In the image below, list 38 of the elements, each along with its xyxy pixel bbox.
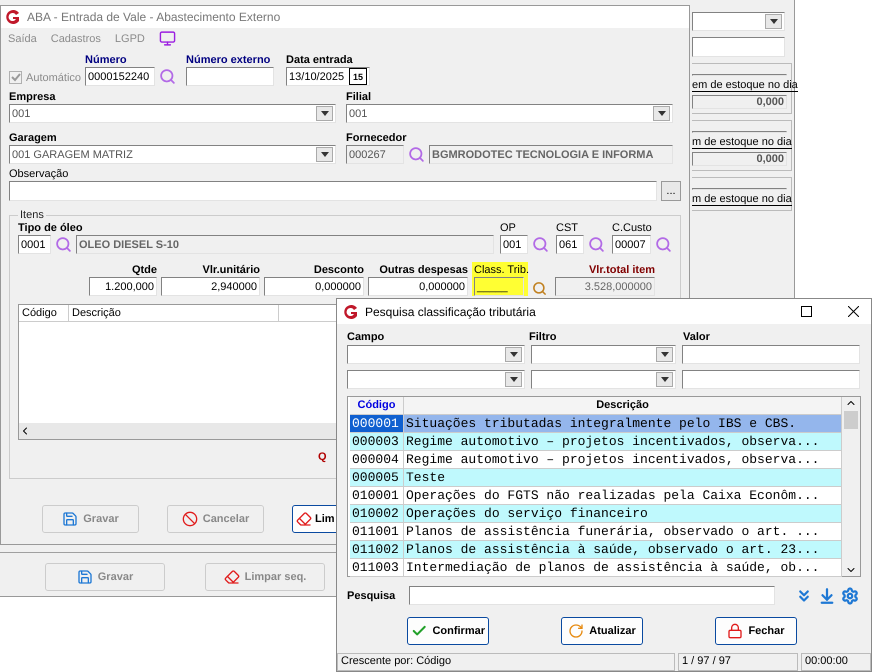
field-label: Número (85, 53, 128, 67)
field-label: Observação (9, 167, 70, 181)
group-title: Itens (19, 209, 45, 221)
field-label: CST (556, 221, 579, 235)
stock-value: 0,000 (692, 95, 787, 109)
field-label: Fornecedor (346, 131, 408, 145)
total-field: 3.528,000000 (555, 277, 655, 296)
field-label: Campo (347, 330, 386, 344)
supplier-name-field: BGMRODOTEC TECNOLOGIA E INFORMA (429, 145, 673, 164)
stock-label: m de estoque no dia (692, 136, 792, 149)
field-label: Outras despesas (379, 263, 468, 277)
status-text: Crescente por: Código (337, 653, 675, 671)
field-label: Desconto (314, 263, 364, 277)
total-label: Q (318, 450, 327, 464)
field-label: OP (500, 221, 517, 235)
field-label: Data entrada (286, 53, 354, 67)
checkbox-label: Automático (26, 72, 82, 84)
field-label: Filial (346, 90, 372, 104)
field-label: Pesquisa (347, 588, 396, 602)
stock-label: m de estoque no dia (692, 193, 792, 206)
field-label: C.Custo (612, 221, 653, 235)
field-label: Garagem (9, 131, 58, 145)
field-label: Vlr.total item (588, 263, 655, 277)
stock-value: 0,000 (692, 152, 787, 166)
field-label: Vlr.unitário (202, 263, 260, 277)
window-title: ABA - Entrada de Vale - Abastecimento Externo (27, 10, 280, 24)
field-label: Qtde (132, 263, 157, 277)
field-label: Class. Trib. (474, 263, 526, 277)
field-label: Tipo de óleo (18, 221, 84, 235)
field-label: Filtro (529, 330, 558, 344)
field-label: Valor (683, 330, 711, 344)
field-label: Número externo (186, 53, 272, 67)
status-text: 00:00:00 (801, 653, 871, 671)
dialog-title: Pesquisa classificação tributária (365, 304, 536, 318)
stock-label: em de estoque no dia (692, 79, 798, 92)
status-text: 1 / 97 / 97 (678, 653, 798, 671)
field-label: Empresa (9, 90, 56, 104)
oil-name-field: OLEO DIESEL S-10 (76, 235, 494, 254)
